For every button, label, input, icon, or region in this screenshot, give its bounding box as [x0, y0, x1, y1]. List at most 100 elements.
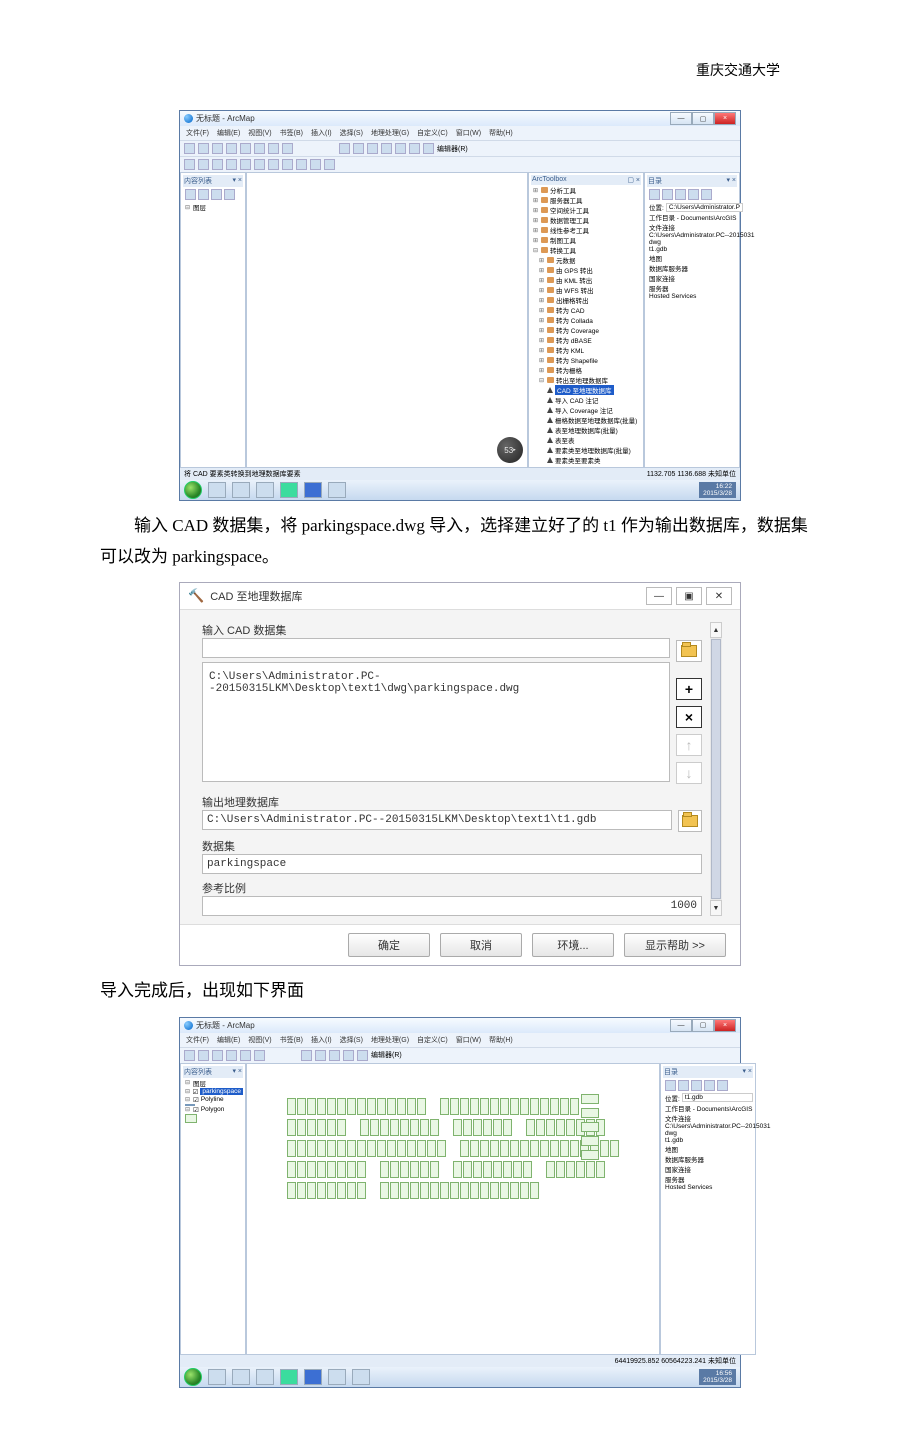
atbx-tool[interactable]: 表至地理数据库(批量): [555, 425, 618, 435]
toolbar-icon[interactable]: [198, 159, 209, 170]
toolbar-icon[interactable]: [296, 159, 307, 170]
toolbar-icon[interactable]: [212, 143, 223, 154]
cat-item[interactable]: Hosted Services: [665, 1184, 712, 1191]
toc-btn[interactable]: [185, 189, 196, 200]
editor-label[interactable]: 编辑器(R): [371, 1050, 402, 1060]
maximize-button[interactable]: ▢: [692, 112, 714, 125]
toolbar-icon[interactable]: [184, 1050, 195, 1061]
browse-button[interactable]: [676, 640, 702, 662]
toolbar-icon[interactable]: [198, 143, 209, 154]
input-cad-list[interactable]: C:\Users\Administrator.PC--20150315LKM\D…: [202, 662, 670, 782]
toolbar-icon[interactable]: [184, 159, 195, 170]
menu-view[interactable]: 视图(V): [248, 1035, 271, 1045]
atbx-item[interactable]: 转为 CAD: [556, 305, 585, 315]
cat-item[interactable]: 数据库服务器: [665, 1154, 704, 1164]
menu-insert[interactable]: 插入(I): [311, 128, 332, 138]
close-button[interactable]: ✕: [706, 587, 732, 605]
toolbar-icon[interactable]: [315, 1050, 326, 1061]
editor-label[interactable]: 编辑器(R): [437, 144, 468, 154]
cat-item[interactable]: 工作目录 - Documents\ArcGIS: [665, 1103, 752, 1113]
atbx-item[interactable]: 元数据: [556, 255, 576, 265]
menu-select[interactable]: 选择(S): [340, 1035, 363, 1045]
toolbar-icon[interactable]: [184, 143, 195, 154]
atbx-item[interactable]: 由 WFS 转出: [556, 285, 594, 295]
menu-customize[interactable]: 自定义(C): [417, 128, 448, 138]
cancel-button[interactable]: 取消: [440, 933, 522, 957]
atbx-item[interactable]: 转为栅格: [556, 365, 582, 375]
atbx-tool[interactable]: 栅格数据至地理数据库(批量): [555, 415, 637, 425]
environment-button[interactable]: 环境...: [532, 933, 614, 957]
taskbar-app[interactable]: [256, 482, 274, 498]
atbx-item[interactable]: 转为 Collada: [556, 315, 593, 325]
taskbar-app[interactable]: [208, 482, 226, 498]
atbx-item[interactable]: 转为 KML: [556, 345, 584, 355]
cat-item[interactable]: t1.gdb: [665, 1137, 683, 1144]
cat-item[interactable]: t1.gdb: [649, 246, 667, 253]
cat-item[interactable]: C:\Users\Administrator.PC--2015031: [649, 232, 755, 239]
toc-btn[interactable]: [224, 189, 235, 200]
cat-loc-value[interactable]: t1.gdb: [682, 1093, 753, 1102]
menu-geoprocess[interactable]: 地理处理(G): [371, 128, 409, 138]
cat-item[interactable]: 地图: [649, 253, 662, 263]
menu-insert[interactable]: 插入(I): [311, 1035, 332, 1045]
toc-btn[interactable]: [198, 189, 209, 200]
toolbar-icon[interactable]: [357, 1050, 368, 1061]
cat-item[interactable]: Hosted Services: [649, 293, 696, 300]
taskbar-app[interactable]: [352, 1369, 370, 1385]
start-button[interactable]: [184, 481, 202, 499]
atbx-tool[interactable]: 要素类至地理数据库(批量): [555, 445, 631, 455]
toolbar-icon[interactable]: [268, 159, 279, 170]
toolbar-icon[interactable]: [226, 159, 237, 170]
cat-loc-value[interactable]: C:\Users\Administrator.P: [666, 203, 743, 212]
toolbar-icon[interactable]: [254, 1050, 265, 1061]
atbx-item[interactable]: 服务器工具: [550, 195, 583, 205]
menu-file[interactable]: 文件(F): [186, 1035, 209, 1045]
dataset-field[interactable]: [202, 854, 702, 874]
minimize-button[interactable]: —: [670, 112, 692, 125]
cat-btn[interactable]: [701, 189, 712, 200]
toolbar-icon[interactable]: [324, 159, 335, 170]
menu-view[interactable]: 视图(V): [248, 128, 271, 138]
toolbar-icon[interactable]: [254, 159, 265, 170]
atbx-item[interactable]: 转为 Coverage: [556, 325, 599, 335]
toc-sublayer[interactable]: Polyline: [201, 1096, 224, 1103]
move-down-button[interactable]: ↓: [676, 762, 702, 784]
atbx-item[interactable]: 分析工具: [550, 185, 576, 195]
map-canvas[interactable]: [246, 1063, 660, 1355]
output-gdb-field[interactable]: [202, 810, 672, 830]
cat-item[interactable]: 数据库服务器: [649, 263, 688, 273]
cat-btn[interactable]: [678, 1080, 689, 1091]
taskbar-app[interactable]: [232, 482, 250, 498]
taskbar-app[interactable]: [256, 1369, 274, 1385]
cat-item[interactable]: 文件连接: [665, 1113, 691, 1123]
maximize-button[interactable]: ▢: [692, 1019, 714, 1032]
toolbar-icon[interactable]: [301, 1050, 312, 1061]
toc-root[interactable]: 图层: [193, 1078, 206, 1088]
cat-btn[interactable]: [675, 189, 686, 200]
cat-item[interactable]: 服务器: [665, 1174, 685, 1184]
cat-item[interactable]: dwg: [665, 1130, 677, 1137]
toolbar-icon[interactable]: [282, 159, 293, 170]
menu-customize[interactable]: 自定义(C): [417, 1035, 448, 1045]
atbx-item[interactable]: 空间统计工具: [550, 205, 589, 215]
cat-item[interactable]: 服务器: [649, 283, 669, 293]
minimize-button[interactable]: —: [670, 1019, 692, 1032]
atbx-tool[interactable]: 表至表: [555, 435, 575, 445]
cat-btn[interactable]: [662, 189, 673, 200]
toolbar-icon[interactable]: [212, 159, 223, 170]
remove-button[interactable]: ×: [676, 706, 702, 728]
atbx-item[interactable]: 转为 dBASE: [556, 335, 592, 345]
cat-btn[interactable]: [691, 1080, 702, 1091]
atbx-tool[interactable]: 导入 CAD 注记: [555, 395, 598, 405]
toolbar-icon[interactable]: [343, 1050, 354, 1061]
cat-item[interactable]: 工作目录 - Documents\ArcGIS: [649, 212, 736, 222]
menu-help[interactable]: 帮助(H): [489, 1035, 513, 1045]
toolbar-icon[interactable]: [198, 1050, 209, 1061]
close-button[interactable]: ×: [714, 1019, 736, 1032]
atbx-item[interactable]: 线性参考工具: [550, 225, 589, 235]
input-cad-dropdown[interactable]: [202, 638, 670, 658]
toolbar-icon[interactable]: [226, 143, 237, 154]
cat-item[interactable]: 地图: [665, 1144, 678, 1154]
taskbar-app[interactable]: [232, 1369, 250, 1385]
cat-item[interactable]: 国家连接: [649, 273, 675, 283]
